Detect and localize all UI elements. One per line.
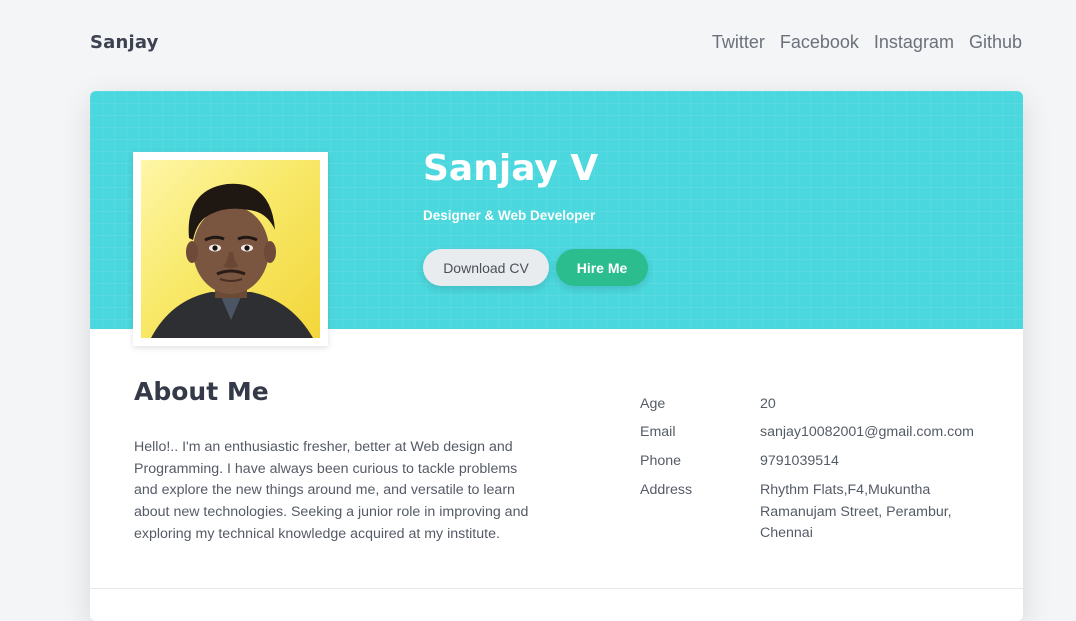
avatar	[141, 160, 320, 338]
about-text: Hello!.. I'm an enthusiastic fresher, be…	[134, 439, 529, 542]
info-label: Phone	[640, 453, 682, 469]
hero-role: Designer & Web Developer	[423, 208, 596, 223]
profile-card: Sanjay V Designer & Web Developer Downlo…	[90, 91, 1023, 621]
info-label: Address	[640, 482, 693, 498]
info-value: sanjay10082001@gmail.com.com	[760, 424, 974, 440]
info-value: 20	[760, 396, 776, 412]
nav-link-facebook[interactable]: Facebook	[780, 32, 859, 53]
profile-photo	[151, 183, 313, 338]
about-title: About Me	[134, 377, 269, 406]
nav-link-instagram[interactable]: Instagram	[874, 32, 954, 53]
hire-me-button[interactable]: Hire Me	[556, 249, 648, 286]
section-divider	[90, 588, 1023, 589]
download-cv-button[interactable]: Download CV	[423, 249, 549, 286]
info-value: 9791039514	[760, 453, 839, 469]
brand-logo[interactable]: Sanjay	[90, 32, 159, 53]
social-links: Twitter Facebook Instagram Github	[712, 32, 1022, 53]
info-label: Age	[640, 396, 666, 412]
avatar-frame	[133, 152, 328, 346]
info-value: Rhythm Flats,F4,Mukuntha Ramanujam Stree…	[760, 482, 952, 541]
nav-link-github[interactable]: Github	[969, 32, 1022, 53]
hero-name: Sanjay V	[423, 148, 599, 189]
top-navbar: Sanjay Twitter Facebook Instagram Github	[0, 0, 1076, 90]
nav-link-twitter[interactable]: Twitter	[712, 32, 765, 53]
info-label: Email	[640, 424, 676, 440]
